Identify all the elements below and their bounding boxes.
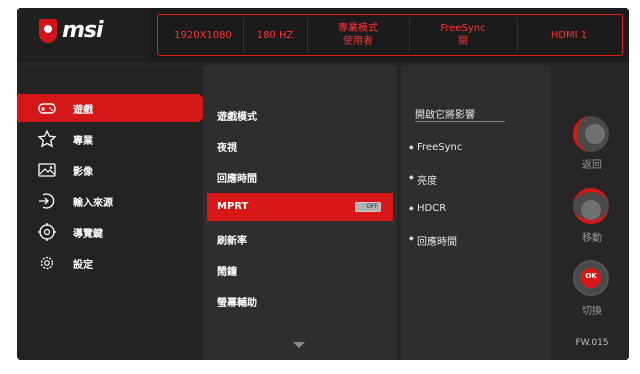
affected-item: FreeSync bbox=[409, 142, 462, 153]
menu-item-gaming[interactable]: 遊戲 bbox=[17, 94, 213, 122]
refresh-status: 180 HZ bbox=[256, 29, 294, 41]
navi-key-icon bbox=[38, 223, 56, 241]
input-source-icon bbox=[39, 193, 55, 209]
resolution-status: 1920X1080 bbox=[174, 29, 232, 41]
move-joystick-icon bbox=[573, 188, 609, 224]
gear-icon bbox=[40, 256, 54, 270]
menu-item-label: 導覽鍵 bbox=[73, 229, 103, 240]
menu-item-navi-key[interactable]: 導覽鍵 bbox=[17, 218, 199, 246]
ok-joystick-icon: OK bbox=[573, 260, 609, 296]
menu-item-settings[interactable]: 設定 bbox=[17, 249, 199, 277]
submenu-item-mprt[interactable]: MPRT OFF bbox=[207, 193, 393, 221]
menu-item-label: 輸入來源 bbox=[73, 198, 113, 209]
menu-item-label: 專業 bbox=[73, 136, 93, 147]
scroll-down-icon[interactable] bbox=[293, 342, 305, 348]
menu-item-professional[interactable]: 專業 bbox=[17, 125, 199, 153]
image-icon bbox=[38, 163, 56, 177]
info-panel: 開啟它將影響 FreeSync 亮度 HDCR 回應時間 bbox=[401, 66, 551, 360]
osd-window: msi 1920X1080 180 HZ 專業模式 使用者 FreeSync 關 H… bbox=[17, 8, 629, 360]
brand-name: msi bbox=[62, 18, 104, 43]
gamepad-icon bbox=[38, 103, 56, 114]
submenu-item-refresh-rate[interactable]: 刷新率 bbox=[203, 224, 397, 252]
nav-hints: 返回 移動 OK 切換 FW.015 bbox=[555, 66, 629, 360]
menu-item-image[interactable]: 影像 bbox=[17, 156, 199, 184]
menu-item-label: 設定 bbox=[73, 260, 93, 271]
top-status-bar: msi 1920X1080 180 HZ 專業模式 使用者 FreeSync 關 H… bbox=[17, 8, 629, 62]
switch-hint: 切換 bbox=[582, 306, 602, 317]
menu-item-label: 遊戲 bbox=[73, 105, 93, 116]
submenu-item-alarm-clock[interactable]: 鬧鐘 bbox=[203, 255, 397, 283]
menu-item-label: 影像 bbox=[73, 167, 93, 178]
affected-item: HDCR bbox=[409, 203, 446, 214]
submenu-item-screen-assistance[interactable]: 螢幕輔助 bbox=[203, 286, 397, 314]
back-hint: 返回 bbox=[582, 160, 602, 171]
menu-item-input-source[interactable]: 輸入來源 bbox=[17, 187, 199, 215]
star-icon bbox=[37, 129, 57, 148]
submenu-item-response-time[interactable]: 回應時間 bbox=[203, 162, 397, 190]
main-menu: 遊戲 專業 影像 輸入來源 導覽鍵 設定 bbox=[17, 66, 213, 360]
freesync-status: FreeSync 關 bbox=[440, 23, 486, 47]
submenu: 遊戲模式 夜視 回應時間 MPRT OFF 刷新率 鬧鐘 螢幕輔助 bbox=[203, 66, 397, 360]
firmware-version: FW.015 bbox=[575, 338, 609, 348]
affected-item: 亮度 bbox=[409, 172, 437, 187]
submenu-item-night-vision[interactable]: 夜視 bbox=[203, 131, 397, 159]
mode-status: 專業模式 使用者 bbox=[338, 23, 378, 47]
submenu-item-game-mode[interactable]: 遊戲模式 bbox=[203, 100, 397, 128]
input-status: HDMI 1 bbox=[550, 29, 588, 41]
mprt-toggle[interactable]: OFF bbox=[355, 202, 381, 212]
move-hint: 移動 bbox=[582, 233, 602, 244]
dragon-shield-icon bbox=[39, 19, 57, 43]
affected-title: 開啟它將影響 bbox=[415, 106, 505, 122]
affected-item: 回應時間 bbox=[409, 233, 457, 248]
msi-logo: msi bbox=[17, 8, 149, 62]
back-joystick-icon bbox=[573, 116, 609, 152]
